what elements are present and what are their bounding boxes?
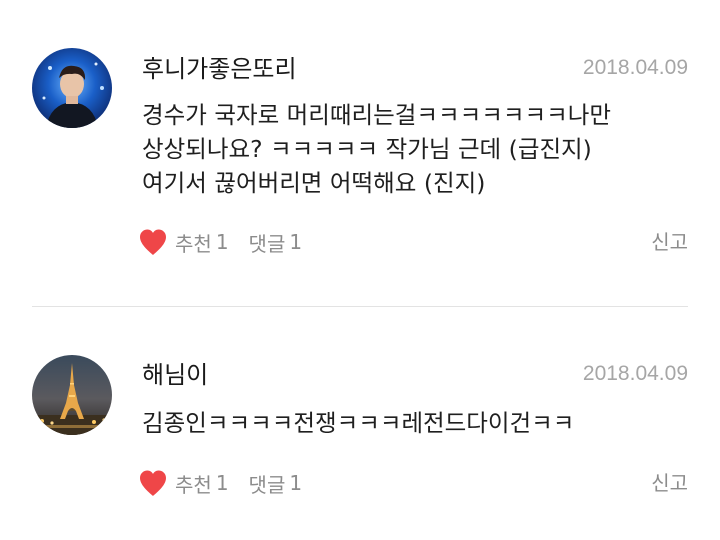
comment-body-line: 여기서 끊어버리면 어떡해요 (진지) — [142, 169, 486, 197]
reply-button[interactable]: 댓글 1 — [249, 469, 303, 498]
comment-date: 2018.04.09 — [582, 56, 688, 79]
like-button[interactable]: 추천 1 — [138, 469, 229, 498]
username[interactable]: 후니가좋은또리 — [142, 54, 297, 84]
comment-body-line: 경수가 국자로 머리때리는걸ㅋㅋㅋㅋㅋㅋㅋ나만 — [142, 101, 611, 129]
report-button[interactable]: 신고 — [651, 226, 688, 258]
avatar[interactable] — [32, 48, 112, 128]
like-label: 추천 — [175, 231, 212, 256]
comment-body-line: 상상되나요? ㅋㅋㅋㅋㅋ 작가님 근데 (급진지) — [142, 135, 592, 163]
reply-button[interactable]: 댓글 1 — [249, 228, 303, 257]
comment-body: 경수가 국자로 머리때리는걸ㅋㅋㅋㅋㅋㅋㅋ나만 상상되나요? ㅋㅋㅋㅋㅋ 작가님… — [142, 98, 692, 200]
username[interactable]: 해님이 — [142, 360, 208, 390]
avatar-image — [32, 355, 112, 435]
reply-count: 1 — [289, 230, 303, 254]
avatar-image — [32, 48, 112, 128]
avatar[interactable] — [32, 355, 112, 435]
comment-date: 2018.04.09 — [582, 362, 688, 385]
like-count: 1 — [215, 471, 229, 495]
reply-label: 댓글 — [248, 231, 286, 256]
report-button[interactable]: 신고 — [651, 467, 688, 499]
comment-body: 김종인ㅋㅋㅋㅋ전쟁ㅋㅋㅋ레전드다이건ㅋㅋ — [142, 406, 692, 440]
reply-count: 1 — [289, 471, 303, 495]
like-count: 1 — [215, 230, 229, 254]
like-label: 추천 — [175, 472, 212, 497]
like-button[interactable]: 추천 1 — [138, 228, 229, 257]
reply-label: 댓글 — [248, 472, 286, 497]
heart-icon — [140, 470, 166, 496]
comment-actions: 추천 1 댓글 1 — [138, 467, 302, 499]
comment-item: 해님이 2018.04.09 김종인ㅋㅋㅋㅋ전쟁ㅋㅋㅋ레전드다이건ㅋㅋ 추천 1… — [0, 307, 720, 540]
heart-icon — [140, 229, 166, 255]
comment-actions: 추천 1 댓글 1 — [138, 226, 302, 258]
comment-body-line: 김종인ㅋㅋㅋㅋ전쟁ㅋㅋㅋ레전드다이건ㅋㅋ — [142, 409, 575, 437]
comment-item: 후니가좋은또리 2018.04.09 경수가 국자로 머리때리는걸ㅋㅋㅋㅋㅋㅋㅋ… — [0, 0, 720, 306]
